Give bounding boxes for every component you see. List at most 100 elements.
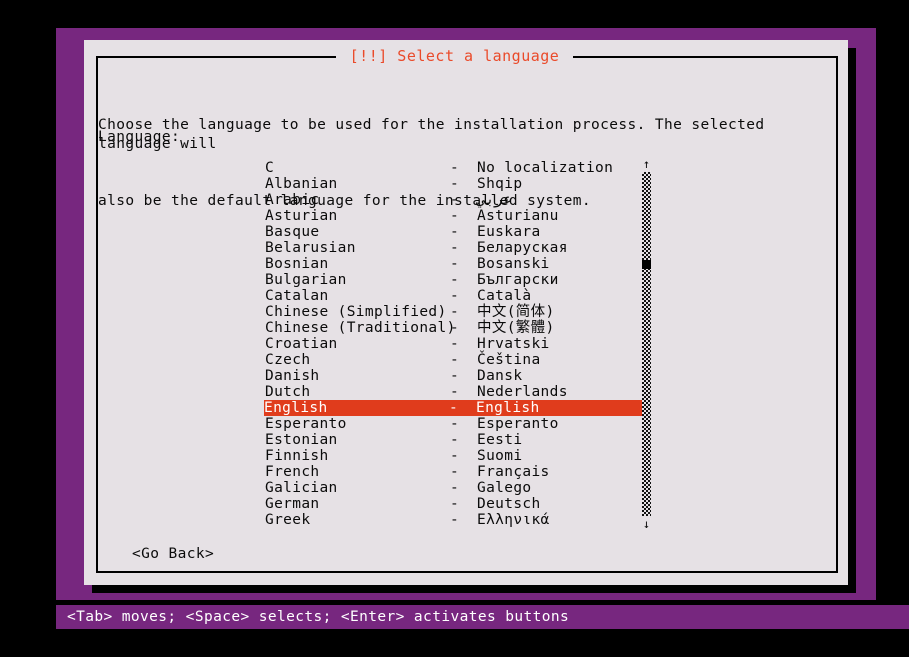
language-native-name: Eesti [477, 432, 523, 448]
language-row[interactable]: Dutch - Nederlands [265, 384, 635, 400]
language-english-name: Bulgarian [265, 272, 347, 288]
language-native-name: Euskara [477, 224, 541, 240]
language-row[interactable]: Albanian - Shqip [265, 176, 635, 192]
language-native-name: عربي [477, 192, 512, 208]
language-separator-dash: - [450, 304, 460, 320]
language-separator-dash: - [450, 480, 460, 496]
language-list-scrollbar[interactable]: ↑ ↓ [640, 158, 653, 530]
language-native-name: Беларуская [477, 240, 568, 256]
language-separator-dash: - [450, 256, 460, 272]
language-native-name: English [476, 400, 540, 416]
language-english-name: Basque [265, 224, 320, 240]
language-row[interactable]: Esperanto - Esperanto [265, 416, 635, 432]
language-native-name: Nederlands [477, 384, 568, 400]
language-separator-dash: - [450, 352, 460, 368]
language-row[interactable]: C - No localization [265, 160, 635, 176]
language-separator-dash: - [450, 320, 460, 336]
language-native-name: Català [477, 288, 532, 304]
language-native-name: 中文(简体) [477, 304, 555, 320]
language-row[interactable]: Basque - Euskara [265, 224, 635, 240]
language-separator-dash: - [450, 208, 460, 224]
language-native-name: Bosanski [477, 256, 550, 272]
language-native-name: Dansk [477, 368, 523, 384]
language-native-name: Čeština [477, 352, 541, 368]
language-english-name: Finnish [265, 448, 329, 464]
language-separator-dash: - [450, 240, 460, 256]
language-row[interactable]: Finnish - Suomi [265, 448, 635, 464]
language-english-name: Arabic [265, 192, 320, 208]
language-separator-dash: - [450, 272, 460, 288]
language-separator-dash: - [450, 432, 460, 448]
scroll-up-arrow-icon[interactable]: ↑ [640, 158, 653, 170]
language-row[interactable]: Bulgarian - Български [265, 272, 635, 288]
language-row[interactable]: Croatian - Hrvatski [265, 336, 635, 352]
status-bar: <Tab> moves; <Space> selects; <Enter> ac… [56, 605, 909, 629]
language-row[interactable]: Catalan - Català [265, 288, 635, 304]
language-row[interactable]: German - Deutsch [265, 496, 635, 512]
language-english-name: Estonian [265, 432, 338, 448]
scrollbar-thumb[interactable] [642, 260, 651, 269]
language-native-name: Suomi [477, 448, 523, 464]
language-row[interactable]: Czech - Čeština [265, 352, 635, 368]
language-native-name: 中文(繁體) [477, 320, 555, 336]
language-separator-dash: - [450, 512, 460, 528]
language-english-name: C [265, 160, 275, 176]
language-english-name: Croatian [265, 336, 338, 352]
language-separator-dash: - [450, 192, 460, 208]
language-english-name: English [264, 400, 328, 416]
language-row[interactable]: Galician - Galego [265, 480, 635, 496]
language-separator-dash: - [450, 368, 460, 384]
language-list-label: Language: [98, 129, 181, 145]
language-separator-dash: - [449, 400, 459, 416]
language-row[interactable]: Bosnian - Bosanski [265, 256, 635, 272]
language-english-name: Albanian [265, 176, 338, 192]
language-english-name: Czech [265, 352, 311, 368]
language-row[interactable]: Belarusian - Беларуская [265, 240, 635, 256]
language-english-name: Galician [265, 480, 338, 496]
language-english-name: Chinese (Simplified) [265, 304, 447, 320]
language-separator-dash: - [450, 176, 460, 192]
language-native-name: Asturianu [477, 208, 559, 224]
language-separator-dash: - [450, 224, 460, 240]
language-separator-dash: - [450, 448, 460, 464]
language-english-name: Danish [265, 368, 320, 384]
language-separator-dash: - [450, 288, 460, 304]
language-english-name: Catalan [265, 288, 329, 304]
language-row-selected[interactable]: English - English [264, 400, 644, 416]
language-separator-dash: - [450, 416, 460, 432]
scrollbar-track[interactable] [642, 172, 651, 516]
language-separator-dash: - [450, 384, 460, 400]
language-english-name: German [265, 496, 320, 512]
language-row[interactable]: Danish - Dansk [265, 368, 635, 384]
scroll-down-arrow-icon[interactable]: ↓ [640, 518, 653, 530]
language-english-name: Chinese (Traditional) [265, 320, 456, 336]
language-row[interactable]: Chinese (Simplified) - 中文(简体) [265, 304, 635, 320]
language-native-name: Български [477, 272, 559, 288]
language-native-name: No localization [477, 160, 614, 176]
installer-screen: [!!] Select a language Choose the langua… [0, 0, 909, 657]
language-row[interactable]: French - Français [265, 464, 635, 480]
language-separator-dash: - [450, 160, 460, 176]
language-separator-dash: - [450, 464, 460, 480]
language-english-name: Belarusian [265, 240, 356, 256]
language-native-name: Français [477, 464, 550, 480]
language-english-name: Dutch [265, 384, 311, 400]
language-native-name: Hrvatski [477, 336, 550, 352]
go-back-button[interactable]: <Go Back> [132, 545, 214, 563]
language-native-name: Deutsch [477, 496, 541, 512]
language-list[interactable]: C - No localization Albanian - Shqip Arabic - عر… [264, 160, 644, 528]
language-row[interactable]: Estonian - Eesti [265, 432, 635, 448]
language-row[interactable]: Asturian - Asturianu [265, 208, 635, 224]
language-row[interactable]: Chinese (Traditional) - 中文(繁體) [265, 320, 635, 336]
language-english-name: Esperanto [265, 416, 347, 432]
language-separator-dash: - [450, 496, 460, 512]
language-native-name: Ελληνικά [477, 512, 550, 528]
language-native-name: Esperanto [477, 416, 559, 432]
language-english-name: French [265, 464, 320, 480]
language-row[interactable]: Arabic - عربي [265, 192, 635, 208]
language-native-name: Galego [477, 480, 532, 496]
language-native-name: Shqip [477, 176, 523, 192]
language-english-name: Asturian [265, 208, 338, 224]
language-row[interactable]: Greek - Ελληνικά [265, 512, 635, 528]
language-english-name: Bosnian [265, 256, 329, 272]
